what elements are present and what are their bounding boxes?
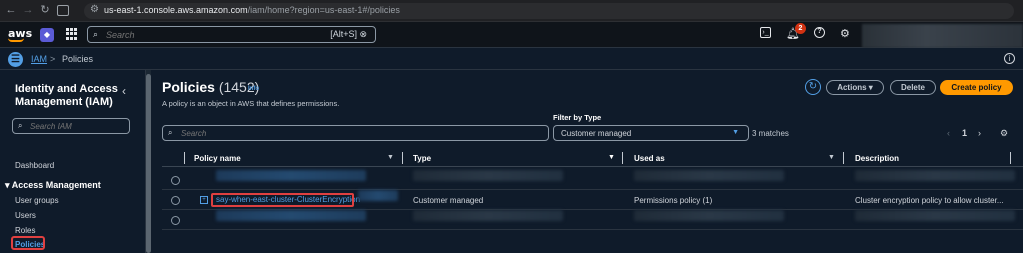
preferences-gear-icon[interactable]: ⚙ [1000,128,1008,139]
sidebar-toggle-icon[interactable] [57,5,69,16]
sort-icon[interactable]: ▼ [828,154,835,161]
cloudshell-icon[interactable]: ›_ [760,27,771,38]
expand-icon[interactable]: + [200,196,208,204]
services-grid-icon[interactable] [66,28,78,40]
column-used-as[interactable]: Used as [634,154,665,163]
create-policy-button[interactable]: Create policy [940,80,1013,95]
redacted-used-as [634,210,784,221]
type-filter-value: Customer managed [561,129,632,138]
sidebar-scrollbar[interactable] [146,70,151,253]
policy-type: Customer managed [413,196,484,205]
reload-icon[interactable]: ↻ [39,4,51,16]
highlight-box [211,193,354,207]
sidebar-item-roles[interactable]: Roles [15,226,35,235]
sidebar-search[interactable]: ⌕ [12,118,130,134]
redacted-used-as [634,170,784,181]
table-header: Policy name ▼ Type ▼ Used as ▼ Descripti… [162,150,1023,167]
browser-toolbar: ← → ↻ ⚙ us-east-1.console.aws.amazon.com… [0,0,1023,22]
delete-button[interactable]: Delete [890,80,936,95]
sidebar-item-dashboard[interactable]: Dashboard [15,161,54,170]
info-icon[interactable]: i [1004,53,1015,64]
forward-icon[interactable]: → [22,4,34,16]
redacted-policy-name [216,170,366,181]
breadcrumb-iam[interactable]: IAM [31,54,47,64]
menu-icon[interactable]: ☰ [8,52,23,67]
console-search[interactable]: ⌕ [Alt+S] ⊗ [87,26,376,43]
console-search-input[interactable] [106,28,306,41]
page-description: A policy is an object in AWS that define… [162,99,340,108]
policy-description: Cluster encryption policy to allow clust… [855,196,1004,205]
sort-icon[interactable]: ▼ [608,154,615,161]
sort-icon[interactable]: ▼ [387,154,394,161]
chevron-left-icon[interactable]: ‹ [122,84,126,98]
search-icon: ⌕ [18,121,23,130]
sidebar-item-users[interactable]: Users [15,211,36,220]
sidebar-item-user-groups[interactable]: User groups [15,196,59,205]
actions-button[interactable]: Actions ▾ [826,80,884,95]
breadcrumb-separator: > [50,54,56,64]
row-radio[interactable] [171,216,180,225]
sidebar-search-input[interactable] [30,121,125,132]
prev-page-icon[interactable]: ‹ [947,128,950,138]
filter-label: Filter by Type [553,113,602,122]
table-row[interactable] [162,170,1023,190]
address-bar[interactable]: ⚙ us-east-1.console.aws.amazon.com/iam/h… [84,3,1014,19]
sidebar-title: Identity and Access Management (IAM) [15,83,118,108]
highlight-box [11,236,45,250]
aws-logo[interactable]: aws [8,27,32,42]
refresh-button[interactable]: ↻ [805,79,821,95]
next-page-icon[interactable]: › [978,128,981,138]
page-title: Policies [162,79,215,95]
url-text: us-east-1.console.aws.amazon.com/iam/hom… [104,5,400,15]
redacted-type [413,210,563,221]
type-filter-select[interactable]: Customer managed ▼ [553,125,749,141]
page-number[interactable]: 1 [962,128,967,138]
breadcrumb-policies: Policies [62,54,94,64]
redacted-fragment [358,190,398,201]
column-description[interactable]: Description [855,154,899,163]
redacted-type [413,170,563,181]
table-row[interactable]: + say-when-east-cluster-ClusterEncryptio… [162,190,1023,210]
policy-search-input[interactable] [181,128,481,139]
redacted-policy-name [216,210,366,221]
breadcrumb: ☰ IAM > Policies i [0,48,1023,70]
redacted-description [855,210,1015,221]
policy-used-as: Permissions policy (1) [634,196,713,205]
row-radio[interactable] [171,196,180,205]
policy-search[interactable]: ⌕ [162,125,549,141]
match-count: 3 matches [752,129,789,138]
search-shortcut: [Alt+S] [330,29,357,39]
settings-gear-icon[interactable]: ⚙ [840,27,850,40]
redacted-account-info [862,24,1023,48]
table-row[interactable] [162,210,1023,230]
redacted-description [855,170,1015,181]
sidebar: Identity and Access Management (IAM) ‹ ⌕… [0,70,146,253]
search-icon: ⌕ [93,29,99,39]
caret-down-icon: ▼ [732,129,739,136]
row-radio[interactable] [171,176,180,185]
service-icon[interactable]: ◆ [40,28,54,42]
sidebar-section-access-management[interactable]: Access Management [12,180,101,190]
column-type[interactable]: Type [413,154,431,163]
search-icon: ⌕ [168,128,173,137]
info-link[interactable]: Info [248,86,259,92]
column-policy-name[interactable]: Policy name [194,154,241,163]
main-content: Policies (1452) Info A policy is an obje… [152,70,1023,253]
help-icon[interactable]: ? [814,27,825,38]
site-info-icon[interactable]: ⚙ [90,4,99,15]
notification-badge: 2 [795,23,806,34]
caret-down-icon[interactable]: ▾ [5,180,10,190]
back-icon[interactable]: ← [5,4,17,16]
